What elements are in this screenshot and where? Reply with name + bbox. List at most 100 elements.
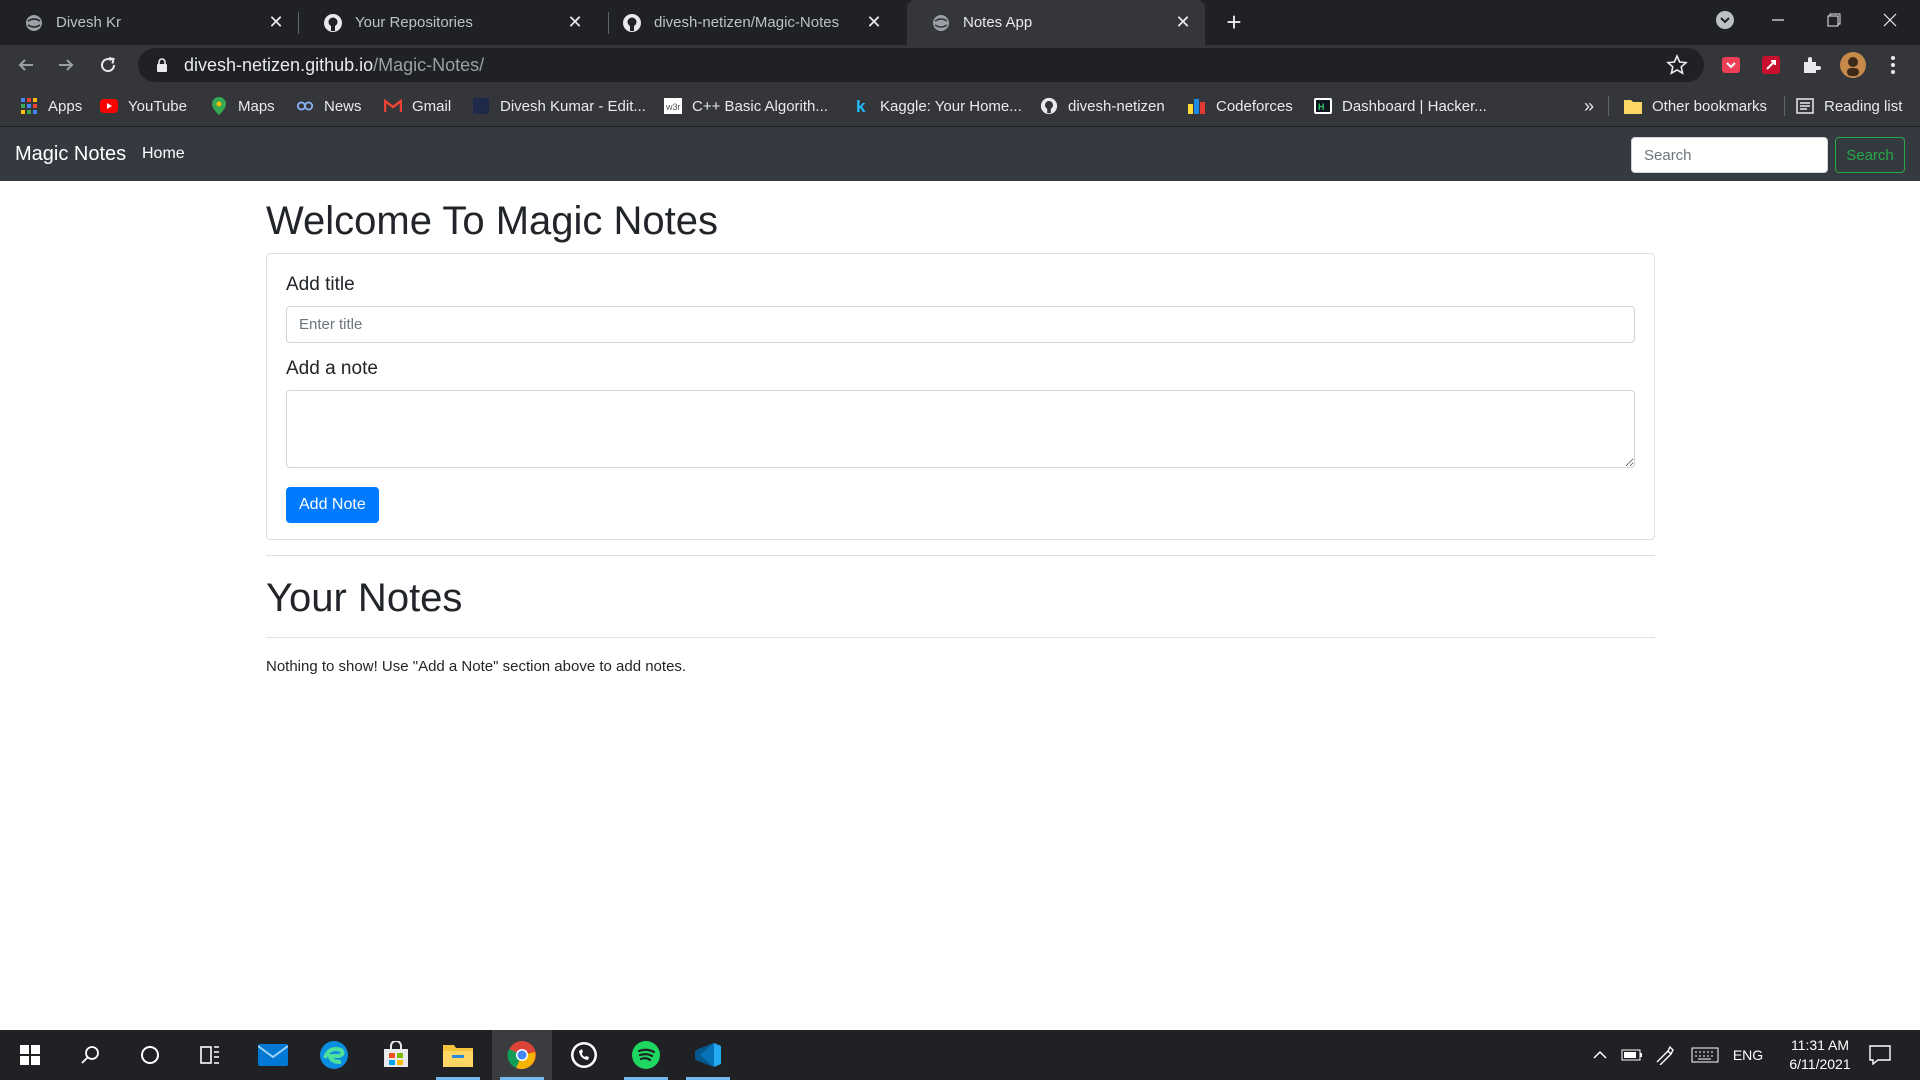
brand-link[interactable]: Magic Notes [15,127,126,181]
page-icon [472,97,490,115]
bookmark-label: Maps [238,97,275,115]
other-bookmarks[interactable]: Other bookmarks [1624,85,1767,127]
pocket-extension-icon[interactable] [1718,52,1744,78]
windows-start-icon[interactable] [0,1030,60,1080]
store-icon[interactable] [366,1030,426,1080]
url-path: /Magic-Notes/ [373,54,485,75]
search-button[interactable]: Search [1835,137,1905,173]
browser-tab-notes-app[interactable]: Notes App ✕ [907,0,1205,45]
pen-icon[interactable] [1650,1030,1678,1080]
site-navbar: Magic Notes Home Search [0,127,1920,181]
minimize-icon[interactable] [1750,0,1806,40]
bookmark-kaggle[interactable]: k Kaggle: Your Home... [852,85,1022,127]
url-host: divesh-netizen.github.io [184,54,374,75]
back-icon[interactable] [10,49,42,81]
empty-notes-message: Nothing to show! Use "Add a Note" sectio… [266,658,687,675]
w3-icon: w3r [664,97,682,115]
file-explorer-icon[interactable] [428,1030,488,1080]
lock-icon[interactable] [154,57,170,73]
close-icon[interactable]: ✕ [860,9,888,37]
bookmark-label: Gmail [412,97,452,115]
keyboard-icon[interactable] [1688,1030,1722,1080]
bookmark-codeforces[interactable]: Codeforces [1188,85,1293,127]
svg-text:H: H [1318,102,1325,112]
reload-icon[interactable] [92,49,124,81]
windows-taskbar: ENG 11:31 AM 6/11/2021 [0,1030,1920,1080]
forward-icon[interactable] [50,49,82,81]
add-note-button[interactable]: Add Note [286,487,379,523]
browser-tab-magic-notes-repo[interactable]: divesh-netizen/Magic-Notes ✕ [598,0,896,45]
bookmark-divesh-kumar[interactable]: Divesh Kumar - Edit... [472,85,646,127]
bookmark-divesh-netizen[interactable]: divesh-netizen [1040,85,1165,127]
svg-text:k: k [856,97,866,115]
note-label: Add a note [286,358,378,379]
bookmark-gmail[interactable]: Gmail [384,85,451,127]
globe-icon [931,13,951,33]
tab-title: Divesh Kr [56,14,122,31]
close-icon[interactable]: ✕ [1169,9,1197,37]
chrome-icon[interactable] [492,1030,552,1080]
search-icon[interactable] [60,1030,120,1080]
whatsapp-icon[interactable] [554,1030,614,1080]
svg-text:w3r: w3r [665,102,681,112]
bookmark-label: Codeforces [1216,97,1293,115]
browser-tab-your-repositories[interactable]: Your Repositories ✕ [299,0,597,45]
bookmark-maps[interactable]: Maps [210,85,275,127]
address-bar[interactable]: divesh-netizen.github.io/Magic-Notes/ [138,48,1704,82]
notifications-icon[interactable] [1862,1030,1898,1080]
profile-avatar[interactable] [1840,52,1866,78]
bookmarks-bar: Apps YouTube Maps News Gmail Divesh Kuma… [0,85,1920,127]
browser-toolbar: divesh-netizen.github.io/Magic-Notes/ [0,45,1920,85]
github-icon [622,13,642,33]
close-window-icon[interactable] [1862,0,1918,40]
browser-tab-strip: Divesh Kr ✕ Your Repositories ✕ divesh-n… [0,0,1920,45]
codeforces-icon [1188,97,1206,115]
tab-search-icon[interactable] [1697,0,1753,40]
gmail-icon [384,97,402,115]
bookmark-star-icon[interactable] [1666,53,1688,76]
bookmark-youtube[interactable]: YouTube [100,85,187,127]
section-divider [266,637,1655,638]
bookmark-apps[interactable]: Apps [20,85,82,127]
task-view-icon[interactable] [180,1030,240,1080]
battery-icon[interactable] [1618,1030,1646,1080]
github-icon [1040,97,1058,115]
bookmark-hackerrank[interactable]: H Dashboard | Hacker... [1314,85,1487,127]
search-input[interactable] [1631,137,1828,173]
close-icon[interactable]: ✕ [262,9,290,37]
system-clock[interactable]: 11:31 AM 6/11/2021 [1780,1036,1860,1074]
title-input[interactable] [286,306,1635,343]
new-tab-button[interactable]: + [1218,6,1250,38]
bookmark-news[interactable]: News [296,85,362,127]
maps-icon [210,97,228,115]
nav-home-link[interactable]: Home [142,127,185,181]
note-textarea[interactable] [286,390,1635,468]
bookmark-label: Dashboard | Hacker... [1342,97,1487,115]
extensions-puzzle-icon[interactable] [1798,52,1824,78]
bookmark-label: YouTube [128,97,187,115]
tab-title: Your Repositories [355,14,473,31]
rocket-extension-icon[interactable] [1758,52,1784,78]
bookmark-label: C++ Basic Algorith... [692,97,828,115]
edge-icon[interactable] [304,1030,364,1080]
reading-list[interactable]: Reading list [1796,85,1902,127]
add-note-card: Add title Add a note Add Note [266,253,1655,540]
cortana-icon[interactable] [120,1030,180,1080]
close-icon[interactable]: ✕ [561,9,589,37]
bookmarks-divider [1784,96,1785,116]
bookmark-cpp-algorithms[interactable]: w3r C++ Basic Algorith... [664,85,828,127]
chevron-up-icon[interactable] [1588,1030,1612,1080]
restore-icon[interactable] [1806,0,1862,40]
browser-tab-divesh-kr[interactable]: Divesh Kr ✕ [0,0,298,45]
main-container: Welcome To Magic Notes Add title Add a n… [266,181,1655,675]
spotify-icon[interactable] [616,1030,676,1080]
chrome-menu-icon[interactable] [1880,52,1906,78]
mail-icon[interactable] [243,1030,303,1080]
section-divider [266,555,1655,556]
vscode-icon[interactable] [678,1030,738,1080]
hackerrank-icon: H [1314,97,1332,115]
bookmarks-overflow-button[interactable]: » [1584,85,1594,127]
folder-icon [1624,97,1642,115]
bookmark-label: Divesh Kumar - Edit... [500,97,646,115]
language-indicator[interactable]: ENG [1728,1030,1768,1080]
